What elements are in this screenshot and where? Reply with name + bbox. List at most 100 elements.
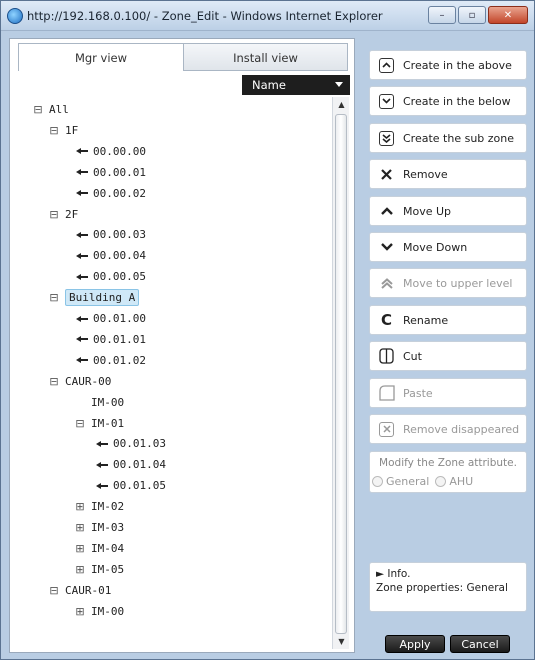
tab-mgr-view[interactable]: Mgr view (18, 43, 184, 71)
tree-group-node[interactable]: ⊞ IM-03 (72, 518, 124, 537)
radio-general-dot[interactable] (372, 476, 383, 487)
tree-node-label[interactable]: IM-03 (91, 521, 124, 534)
tree-node-label[interactable]: IM-05 (91, 563, 124, 576)
paste-button[interactable]: Paste (369, 378, 527, 408)
collapse-icon[interactable]: ⊟ (46, 291, 62, 304)
tree-group-node[interactable]: ⊞ IM-00 (72, 602, 124, 621)
sort-select-value: Name (252, 78, 286, 92)
tree-group-node[interactable]: ⊟ 2F (46, 205, 78, 224)
point-arrow-icon (74, 146, 90, 156)
tree-group-node[interactable]: ⊟ CAUR-01 (46, 581, 111, 600)
tree-node-label[interactable]: CAUR-00 (65, 375, 111, 388)
double-chevron-up-icon (378, 275, 395, 292)
tree-group-node[interactable]: ⊟ IM-01 (72, 414, 124, 433)
chevron-up-icon (378, 203, 395, 220)
collapse-icon[interactable]: ⊟ (46, 124, 62, 137)
collapse-icon[interactable]: ⊟ (46, 208, 62, 221)
radio-general[interactable]: General (372, 475, 429, 488)
chevron-down-icon (335, 82, 343, 87)
sort-select[interactable]: Name (242, 75, 350, 95)
tree-group-node[interactable]: ⊟ Building A (46, 288, 140, 307)
tree-group-node[interactable]: ⊟ All (30, 100, 69, 119)
scroll-up-arrow-icon[interactable]: ▲ (333, 97, 350, 112)
cancel-button[interactable]: Cancel (450, 635, 510, 653)
tree-node-label[interactable]: 00.00.02 (93, 187, 146, 200)
tree-node-label[interactable]: 00.00.00 (93, 145, 146, 158)
tree-group-node[interactable]: ⊟ 1F (46, 121, 78, 140)
remove-disappeared-button[interactable]: Remove disappeared (369, 414, 527, 444)
remove-button[interactable]: Remove (369, 159, 527, 189)
tree-leaf-node[interactable]: 00.01.02 (74, 351, 146, 370)
cut-button[interactable]: Cut (369, 341, 527, 371)
expand-icon[interactable]: ⊞ (72, 563, 88, 576)
tree-group-node[interactable]: ⊞ IM-02 (72, 497, 124, 516)
move-upper-level-button[interactable]: Move to upper level (369, 268, 527, 298)
tree-node-label[interactable]: 00.01.02 (93, 354, 146, 367)
move-upper-level-label: Move to upper level (403, 276, 513, 290)
tree-leaf-node[interactable]: 00.00.02 (74, 184, 146, 203)
create-sub-zone-button[interactable]: Create the sub zone (369, 123, 527, 153)
tree-node-label[interactable]: 00.01.01 (93, 333, 146, 346)
tree-leaf-node[interactable]: 00.00.01 (74, 163, 146, 182)
scroll-thumb[interactable] (335, 114, 347, 634)
tree-leaf-node[interactable]: 00.01.04 (94, 455, 166, 474)
tree-leaf-node[interactable]: 00.01.01 (74, 330, 146, 349)
collapse-icon[interactable]: ⊟ (46, 375, 62, 388)
tab-install-view[interactable]: Install view (184, 43, 348, 71)
tree-node-label[interactable]: IM-04 (91, 542, 124, 555)
tree-node-label[interactable]: All (49, 103, 69, 116)
create-below-button[interactable]: Create in the below (369, 86, 527, 116)
tree-leaf-node[interactable]: 00.00.03 (74, 225, 146, 244)
chevron-down-box-icon (378, 93, 395, 110)
collapse-icon[interactable]: ⊟ (72, 417, 88, 430)
expand-icon[interactable]: ⊞ (72, 542, 88, 555)
expand-icon[interactable]: ⊞ (72, 521, 88, 534)
rename-button[interactable]: C Rename (369, 305, 527, 335)
close-button[interactable]: ✕ (488, 6, 528, 24)
expand-icon[interactable]: ⊞ (72, 500, 88, 513)
tree-node-label[interactable]: CAUR-01 (65, 584, 111, 597)
tree-node-label[interactable]: 1F (65, 124, 78, 137)
move-up-button[interactable]: Move Up (369, 196, 527, 226)
tree-node-label[interactable]: 00.00.04 (93, 249, 146, 262)
collapse-icon[interactable]: ⊟ (46, 584, 62, 597)
tree-node-label[interactable]: IM-02 (91, 500, 124, 513)
tree-leaf-node[interactable]: 00.00.04 (74, 246, 146, 265)
info-header[interactable]: ► Info. (376, 568, 526, 582)
tree-group-node[interactable]: ⊞ IM-04 (72, 539, 124, 558)
radio-ahu[interactable]: AHU (435, 475, 473, 488)
tree-leaf-node[interactable]: 00.00.05 (74, 267, 146, 286)
tree-node-label[interactable]: 00.01.00 (93, 312, 146, 325)
tree-leaf-node[interactable]: 00.01.05 (94, 476, 166, 495)
tree-node-label-selected[interactable]: Building A (65, 289, 140, 307)
tree-group-node[interactable]: IM-00 (72, 393, 124, 412)
rename-c-icon: C (380, 311, 392, 329)
apply-button[interactable]: Apply (385, 635, 445, 653)
tree-node-label[interactable]: IM-00 (91, 605, 124, 618)
tree-node-label[interactable]: IM-01 (91, 417, 124, 430)
tree-node-label[interactable]: 00.01.05 (113, 479, 166, 492)
tree-node-label[interactable]: 00.00.01 (93, 166, 146, 179)
collapse-icon[interactable]: ⊟ (30, 103, 46, 116)
minimize-button[interactable]: – (428, 6, 456, 24)
tree-node-label[interactable]: 00.00.03 (93, 228, 146, 241)
chevron-up-box-icon (378, 57, 395, 74)
tree-group-node[interactable]: ⊞ IM-05 (72, 560, 124, 579)
tree-leaf-node[interactable]: 00.01.00 (74, 309, 146, 328)
tree-node-label[interactable]: 00.00.05 (93, 270, 146, 283)
tree-leaf-node[interactable]: 00.00.00 (74, 142, 146, 161)
tree-node-label[interactable]: 2F (65, 208, 78, 221)
tree-group-node[interactable]: ⊟ CAUR-00 (46, 372, 111, 391)
tree-scrollbar[interactable]: ▲ ▼ (332, 97, 349, 649)
zone-attribute-title: Modify the Zone attribute. (379, 457, 517, 469)
radio-ahu-dot[interactable] (435, 476, 447, 487)
create-above-button[interactable]: Create in the above (369, 50, 527, 80)
tree-node-label[interactable]: 00.01.03 (113, 437, 166, 450)
maximize-button[interactable]: ▫ (458, 6, 486, 24)
tree-leaf-node[interactable]: 00.01.03 (94, 434, 166, 453)
move-down-button[interactable]: Move Down (369, 232, 527, 262)
tree-node-label[interactable]: IM-00 (91, 396, 124, 409)
expand-icon[interactable]: ⊞ (72, 605, 88, 618)
tree-node-label[interactable]: 00.01.04 (113, 458, 166, 471)
scroll-down-arrow-icon[interactable]: ▼ (333, 634, 350, 649)
